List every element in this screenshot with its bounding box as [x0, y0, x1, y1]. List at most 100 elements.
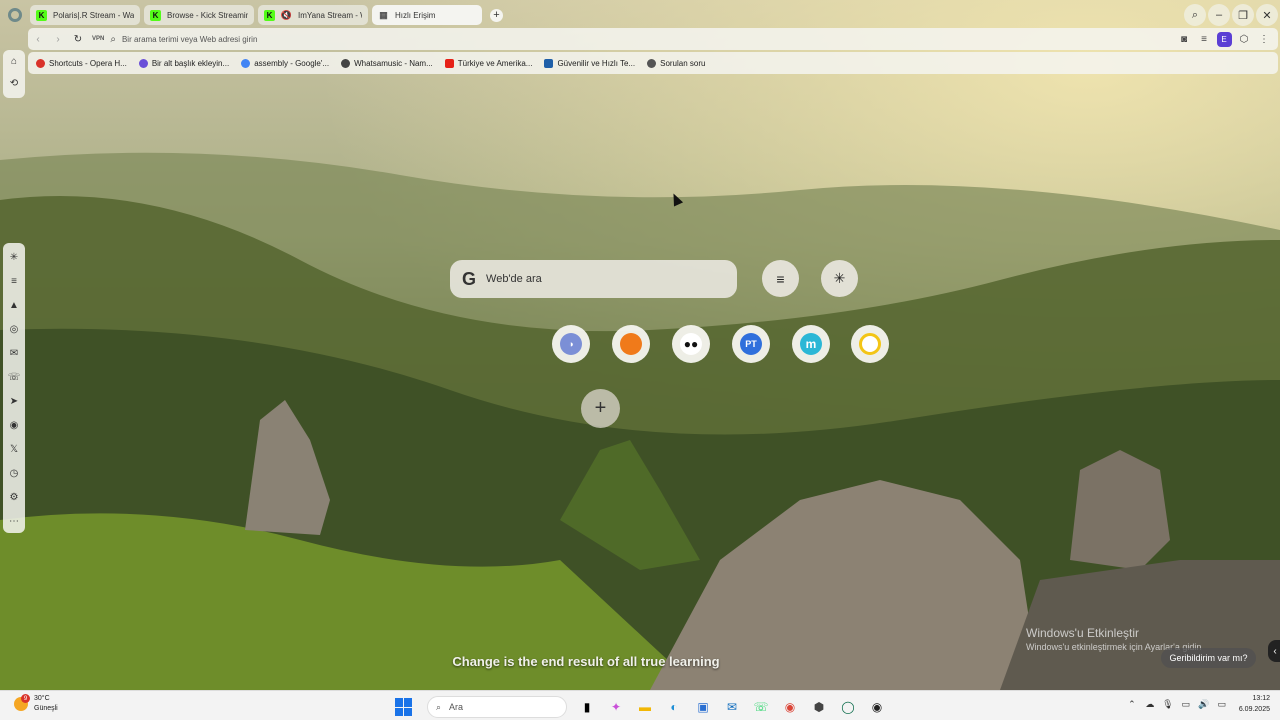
outlook-icon[interactable]: ✉ [720, 695, 744, 719]
bookmark-item[interactable]: assembly - Google'... [241, 58, 329, 68]
clock-icon[interactable]: ◷ [3, 461, 25, 485]
weather-badge: 9 [21, 694, 30, 703]
add-speed-dial-button[interactable]: + [581, 389, 620, 428]
mute-icon[interactable]: 🔇 [281, 10, 292, 21]
tab-label: Polaris|.R Stream - Watch [53, 10, 134, 20]
tab-bar: K Polaris|.R Stream - Watch K Browse - K… [0, 0, 1280, 30]
settings-icon[interactable]: ⚙ [3, 485, 25, 509]
pt-icon: PT [740, 333, 762, 355]
messenger-icon[interactable]: ✉ [3, 341, 25, 365]
tab-search-icon[interactable]: ⌕ [1184, 4, 1206, 26]
edge-icon[interactable]: ◐ [662, 695, 686, 719]
instagram-icon[interactable]: ◎ [3, 317, 25, 341]
reload-button[interactable]: ↻ [68, 34, 88, 45]
address-bar: ‹ › ↻ VPN ⌕ Bir arama terimi veya Web ad… [28, 28, 1278, 50]
aria-icon[interactable]: ✳ [3, 245, 25, 269]
tab-1[interactable]: K Browse - Kick Streaming [144, 5, 254, 25]
clock[interactable]: 13:12 6.09.2025 [1239, 693, 1270, 715]
speed-dial-3[interactable]: ●● [672, 325, 710, 363]
tab-label: Browse - Kick Streaming [167, 10, 248, 20]
search-icon: ⌕ [436, 701, 442, 712]
aria-icon: ✳ [833, 270, 846, 286]
tab-3[interactable]: ▦ Hızlı Erişim [372, 5, 482, 25]
activation-title: Windows'u Etkinleştir [1026, 626, 1139, 640]
file-explorer-icon[interactable]: ▬ [633, 695, 657, 719]
lines-icon: ≡ [776, 270, 785, 287]
weather-widget[interactable]: 9 30°C Güneşli [14, 694, 58, 714]
display-icon[interactable]: ▭ [1177, 699, 1195, 710]
x-icon[interactable]: 𝕏 [3, 437, 25, 461]
medium-icon: ●● [680, 333, 702, 355]
speed-dial-1[interactable]: ◑ [552, 325, 590, 363]
search-icon: ⌕ [110, 33, 116, 45]
copilot-icon[interactable]: ✦ [604, 695, 628, 719]
tab-islands-icon[interactable]: ≡ [3, 269, 25, 293]
speed-dial-5[interactable]: m [792, 325, 830, 363]
more-menu-icon[interactable]: ⋮ [1256, 31, 1272, 47]
wallpaper-quote: Change is the end result of all true lea… [452, 654, 720, 669]
bookmark-item[interactable]: Whatsamusic - Nam... [341, 58, 433, 68]
feedback-button[interactable]: Geribildirim var mı? [1161, 648, 1256, 668]
maximize-button[interactable]: ❐ [1232, 4, 1254, 26]
taskbar-search[interactable]: ⌕ Ara [427, 696, 567, 718]
more-icon[interactable]: ⋯ [3, 509, 25, 533]
address-actions: ◙ ≡ E ⬡ ⋮ [1172, 31, 1272, 47]
bookmark-favicon-icon [138, 58, 148, 68]
history-icon[interactable]: ⟲ [3, 72, 25, 94]
search-input[interactable]: Web'de ara [486, 273, 542, 285]
tab-2[interactable]: K 🔇 ImYana Stream - W [258, 5, 368, 25]
bookmark-item[interactable]: Bir alt başlık ekleyin... [138, 58, 229, 68]
speed-dial-6[interactable] [851, 325, 889, 363]
bookmark-item[interactable]: Türkiye ve Amerika... [444, 58, 532, 68]
volume-icon[interactable]: 🔊 [1195, 699, 1213, 710]
cloud-icon[interactable]: ☁ [1141, 699, 1159, 710]
system-tray: ⌃ ☁ 🎙 ▭ 🔊 ▭ 13:12 6.09.2025 [1123, 693, 1270, 715]
aria-button[interactable]: ✳ [821, 260, 858, 297]
url-input[interactable]: Bir arama terimi veya Web adresi girin [122, 35, 257, 44]
opera-gx-icon[interactable]: ◉ [865, 695, 889, 719]
close-button[interactable]: ✕ [1256, 4, 1278, 26]
chrome-icon[interactable]: ◉ [778, 695, 802, 719]
bookmark-favicon-icon [241, 58, 251, 68]
snapshot-icon[interactable]: ◙ [1176, 31, 1192, 47]
bookmarks-bar: Shortcuts - Opera H... Bir alt başlık ek… [28, 52, 1278, 74]
bookmark-favicon-icon [647, 58, 657, 68]
speed-dial-2[interactable] [612, 325, 650, 363]
microphone-icon[interactable]: 🎙 [1159, 699, 1177, 710]
bookmark-favicon-icon [36, 58, 45, 68]
chevron-left-icon[interactable]: ‹ [1268, 640, 1280, 662]
battery-icon[interactable]: ▭ [1213, 699, 1231, 710]
taskbar-search-input[interactable]: Ara [449, 702, 463, 712]
extensions-icon[interactable]: ⬡ [1236, 31, 1252, 47]
bookmark-item[interactable]: Güvenilir ve Hızlı Te... [544, 58, 635, 68]
bookmark-item[interactable]: Shortcuts - Opera H... [36, 58, 127, 68]
bookmark-item[interactable]: Sorulan soru [647, 58, 705, 68]
chevron-up-icon[interactable]: ⌃ [1123, 699, 1141, 710]
opera-icon[interactable]: ◯ [836, 695, 860, 719]
kick-logo-icon: K [36, 9, 47, 21]
store-icon[interactable]: ▣ [691, 695, 715, 719]
home-icon[interactable]: ⌂ [3, 50, 25, 72]
forward-button[interactable]: › [48, 34, 68, 45]
profile-avatar[interactable]: E [1216, 31, 1232, 47]
player-icon[interactable]: ▲ [3, 293, 25, 317]
sidebar-top: ⌂ ⟲ [3, 50, 25, 98]
telegram-icon[interactable]: ➤ [3, 389, 25, 413]
vpn-badge[interactable]: VPN [92, 36, 104, 42]
opera-logo-icon[interactable] [8, 8, 22, 22]
whatsapp-icon[interactable]: ☏ [3, 365, 25, 389]
app-icon[interactable]: ⬢ [807, 695, 831, 719]
task-view-icon[interactable]: ▮ [575, 695, 599, 719]
whatsapp-icon[interactable]: ☏ [749, 695, 773, 719]
speed-dial-4[interactable]: PT [732, 325, 770, 363]
web-search-box[interactable]: G Web'de ara [450, 260, 737, 298]
minimize-button[interactable]: – [1208, 4, 1230, 26]
windows-start-icon[interactable] [395, 698, 413, 716]
google-logo-icon: G [462, 268, 477, 289]
instagram-alt-icon[interactable]: ◉ [3, 413, 25, 437]
easy-setup-icon[interactable]: ≡ [1196, 31, 1212, 47]
new-tab-button[interactable]: + [490, 8, 503, 22]
back-button[interactable]: ‹ [28, 34, 48, 45]
tab-0[interactable]: K Polaris|.R Stream - Watch [30, 5, 140, 25]
tab-islands-button[interactable]: ≡ [762, 260, 799, 297]
